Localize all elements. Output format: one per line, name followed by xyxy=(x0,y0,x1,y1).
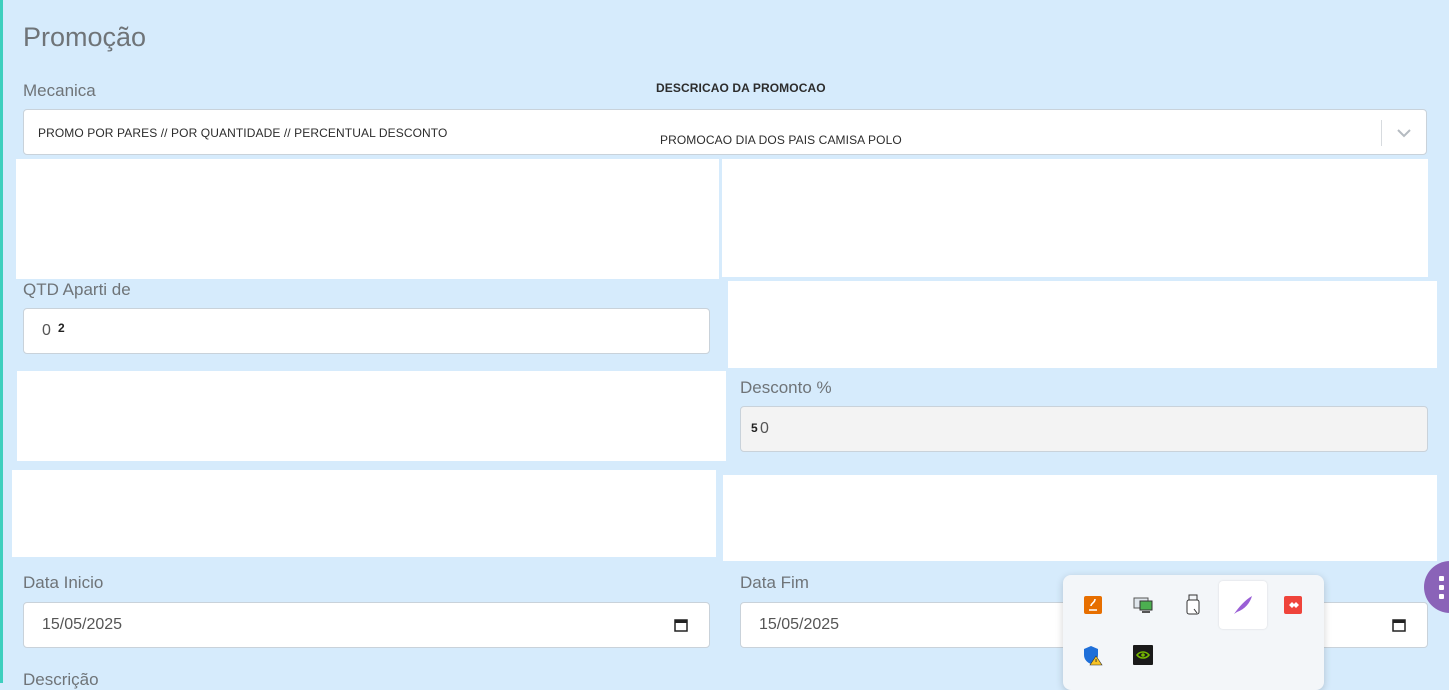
desconto-label: Desconto % xyxy=(740,378,832,397)
qtd-value: 0 xyxy=(42,322,51,339)
nvidia-icon[interactable] xyxy=(1119,631,1167,679)
qtd-label: QTD Aparti de xyxy=(23,280,131,299)
chevron-down-icon[interactable] xyxy=(1394,123,1414,143)
calendar-icon[interactable] xyxy=(674,618,688,632)
data-inicio-label: Data Inicio xyxy=(23,573,104,592)
mecanica-label: Mecanica xyxy=(23,81,96,100)
network-monitor-icon[interactable] xyxy=(1119,581,1167,629)
descricao-label: Descrição xyxy=(23,670,99,689)
data-fim-value: 15/05/2025 xyxy=(759,616,840,633)
data-inicio-input[interactable]: 15/05/2025 xyxy=(23,602,710,648)
desconto-overlay-text: 5 xyxy=(751,421,758,435)
qtd-overlay-text: 2 xyxy=(58,321,65,335)
overlay-block xyxy=(16,159,719,279)
desconto-input[interactable]: 0 xyxy=(740,406,1428,452)
system-tray-overflow xyxy=(1063,575,1324,690)
defender-warning-icon[interactable] xyxy=(1069,631,1117,679)
select-separator xyxy=(1381,120,1382,146)
overlay-block xyxy=(723,475,1437,561)
desconto-value: 0 xyxy=(760,420,769,437)
overlay-block xyxy=(12,470,716,557)
qtd-input[interactable]: 0 xyxy=(23,308,710,354)
page-title: Promoção xyxy=(23,22,147,52)
overlay-block xyxy=(722,159,1428,277)
anydesk-icon[interactable] xyxy=(1269,581,1317,629)
data-inicio-value: 15/05/2025 xyxy=(42,616,123,633)
data-fim-label: Data Fim xyxy=(740,573,809,592)
overlay-block xyxy=(17,371,726,461)
overlay-block xyxy=(728,281,1437,368)
java-icon[interactable] xyxy=(1069,581,1117,629)
calendar-icon[interactable] xyxy=(1392,618,1406,632)
descricao-promocao-label: DESCRICAO DA PROMOCAO xyxy=(656,81,826,95)
feather-icon[interactable] xyxy=(1219,581,1267,629)
descricao-promocao-value[interactable]: PROMOCAO DIA DOS PAIS CAMISA POLO xyxy=(660,133,902,147)
usb-drive-icon[interactable] xyxy=(1169,581,1217,629)
mecanica-selected-value: PROMO POR PARES // POR QUANTIDADE // PER… xyxy=(38,126,448,140)
